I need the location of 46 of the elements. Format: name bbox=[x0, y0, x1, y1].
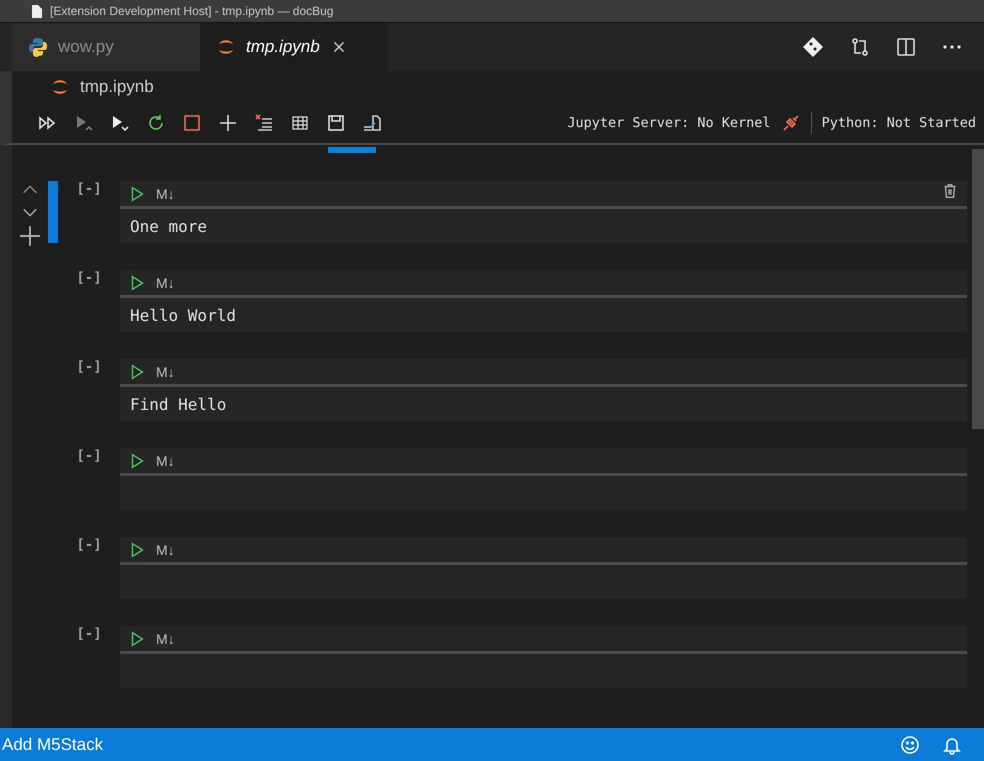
run-above-icon[interactable] bbox=[74, 113, 94, 133]
more-icon[interactable] bbox=[942, 44, 962, 50]
smiley-icon[interactable] bbox=[900, 734, 920, 754]
markdown-cell[interactable]: M↓ bbox=[120, 537, 967, 599]
breadcrumb[interactable]: tmp.ipynb bbox=[80, 77, 154, 97]
git-icon[interactable] bbox=[802, 36, 824, 58]
split-editor-icon[interactable] bbox=[896, 37, 916, 57]
cell-text: Find Hello bbox=[130, 394, 226, 414]
cell-prompt: [-] bbox=[75, 626, 103, 642]
cell-type-label: M↓ bbox=[156, 364, 175, 380]
cell-type-label: M↓ bbox=[156, 452, 175, 468]
compare-changes-icon[interactable] bbox=[850, 37, 870, 57]
clear-outputs-icon[interactable] bbox=[254, 113, 274, 133]
save-icon[interactable] bbox=[326, 113, 346, 133]
cell-type-label: M↓ bbox=[156, 542, 175, 558]
kernel-status[interactable]: Python: Not Started bbox=[822, 115, 976, 131]
stop-icon[interactable] bbox=[182, 113, 202, 133]
cell-text: Hello World bbox=[130, 306, 236, 324]
restart-icon[interactable] bbox=[146, 113, 166, 133]
cell-prompt: [-] bbox=[75, 270, 103, 286]
cell-type-label: M↓ bbox=[156, 274, 175, 290]
markdown-cell[interactable]: M↓ bbox=[120, 626, 967, 688]
markdown-cell[interactable]: M↓ Find Hello bbox=[120, 359, 967, 421]
editor-tab[interactable]: wow.py bbox=[12, 23, 200, 71]
export-icon[interactable] bbox=[362, 113, 382, 133]
cell-type-label: M↓ bbox=[156, 630, 175, 646]
markdown-cell[interactable]: M↓ Hello World bbox=[120, 270, 967, 332]
markdown-cell[interactable]: M↓ bbox=[120, 448, 967, 510]
run-below-icon[interactable] bbox=[110, 113, 130, 133]
scrollbar-thumb[interactable] bbox=[972, 149, 984, 429]
cell-prompt: [-] bbox=[75, 359, 103, 375]
window-title: [Extension Development Host] - tmp.ipynb — docBug bbox=[50, 4, 334, 18]
document-icon bbox=[32, 4, 42, 18]
editor-tab[interactable]: tmp.ipynb bbox=[200, 23, 388, 71]
add-cell-icon[interactable] bbox=[19, 225, 41, 247]
cell-type-label: M↓ bbox=[156, 186, 175, 202]
cell-prompt: [-] bbox=[75, 181, 103, 197]
plug-icon[interactable] bbox=[780, 113, 801, 133]
status-bar-item[interactable]: Add M5Stack bbox=[2, 734, 104, 754]
jupyter-server-status[interactable]: Jupyter Server: No Kernel bbox=[567, 115, 771, 131]
python-icon bbox=[28, 37, 48, 57]
cell-text: One more bbox=[130, 216, 208, 236]
markdown-cell[interactable]: M↓ One more bbox=[120, 181, 967, 243]
add-icon[interactable] bbox=[218, 113, 238, 133]
cell-prompt: [-] bbox=[75, 537, 103, 553]
cell-prompt: [-] bbox=[75, 448, 103, 464]
